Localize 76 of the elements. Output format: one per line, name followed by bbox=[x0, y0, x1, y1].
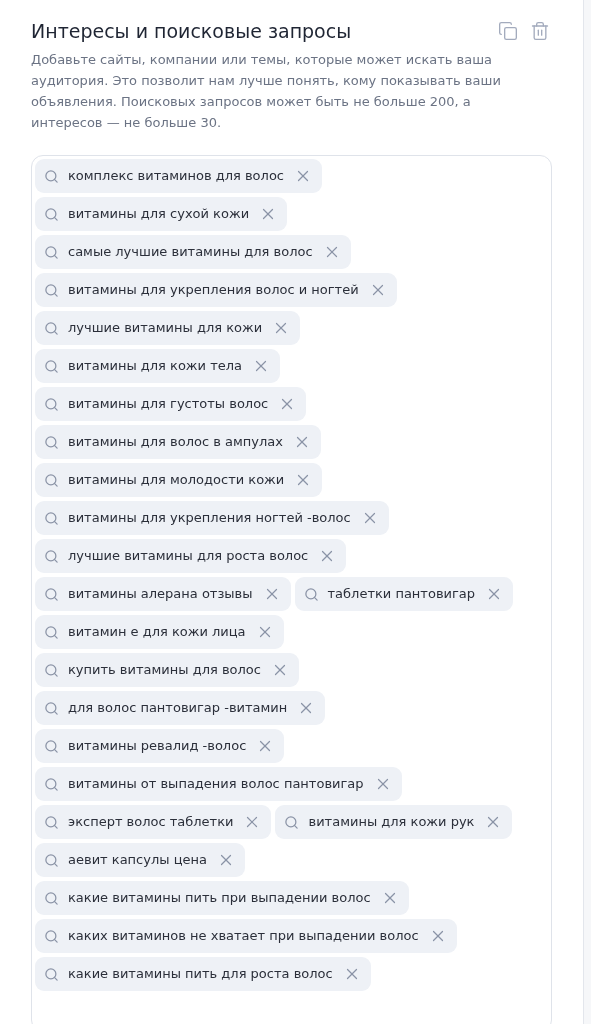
section-title: Интересы и поисковые запросы bbox=[31, 19, 352, 44]
query-text: витамины для сухой кожи bbox=[68, 205, 250, 224]
search-icon bbox=[303, 586, 319, 602]
search-icon bbox=[44, 928, 59, 944]
search-icon bbox=[44, 168, 59, 184]
query-text: каких витаминов не хватает при выпадении волос bbox=[68, 927, 419, 946]
search-icon bbox=[44, 966, 59, 982]
query-chip[interactable]: таблетки пантовигар bbox=[294, 577, 514, 611]
query-chip[interactable]: витамины для кожи тела bbox=[35, 349, 280, 383]
query-chip[interactable]: витамины для сухой кожи bbox=[35, 197, 288, 231]
query-text: витамины для укрепления волос и ногтей bbox=[68, 281, 359, 300]
search-icon bbox=[44, 852, 59, 868]
search-icon bbox=[44, 890, 59, 906]
query-text: аевит капсулы цена bbox=[68, 851, 207, 870]
search-icon bbox=[44, 510, 59, 526]
query-text: витамины для кожи рук bbox=[308, 813, 475, 832]
query-chip[interactable]: какие витамины пить для роста волос bbox=[35, 957, 371, 991]
query-chip[interactable]: для волос пантовигар -витамин bbox=[35, 691, 326, 725]
search-icon bbox=[44, 434, 59, 450]
copy-icon[interactable] bbox=[498, 21, 518, 41]
query-chip[interactable]: витамины для кожи рук bbox=[275, 805, 513, 839]
query-text: самые лучшие витамины для волос bbox=[68, 243, 313, 262]
search-icon bbox=[44, 586, 59, 602]
query-chip[interactable]: витамины для волос в ампулах bbox=[35, 425, 321, 459]
query-text: эксперт волос таблетки bbox=[68, 813, 234, 832]
search-icon bbox=[44, 396, 59, 412]
query-text: витамины для молодости кожи bbox=[68, 471, 285, 490]
query-text: для волос пантовигар -витамин bbox=[68, 699, 288, 718]
query-text: витамины для волос в ампулах bbox=[68, 433, 283, 452]
search-icon bbox=[44, 320, 59, 336]
query-chip[interactable]: лучшие витамины для роста волос bbox=[35, 539, 347, 573]
query-chip[interactable]: каких витаминов не хватает при выпадении волос bbox=[35, 919, 457, 953]
query-text: витамины алерана отзывы bbox=[68, 585, 253, 604]
query-chip[interactable]: витамины алерана отзывы bbox=[35, 577, 291, 611]
query-chip[interactable]: самые лучшие витамины для волос bbox=[35, 235, 351, 269]
query-text: какие витамины пить для роста волос bbox=[68, 965, 333, 984]
query-text: витамины от выпадения волос пантовигар bbox=[68, 775, 364, 794]
query-chip[interactable]: комплекс витаминов для волос bbox=[35, 159, 322, 193]
search-icon bbox=[44, 738, 59, 754]
query-text: витамины для густоты волос bbox=[68, 395, 269, 414]
query-chip[interactable]: эксперт волос таблетки bbox=[35, 805, 272, 839]
search-icon bbox=[44, 662, 59, 678]
query-text: витамины ревалид -волос bbox=[68, 737, 247, 756]
query-chip[interactable]: аевит капсулы цена bbox=[35, 843, 245, 877]
query-chip[interactable]: витамины для укрепления ногтей -волос bbox=[35, 501, 389, 535]
query-chip[interactable]: витамины для молодости кожи bbox=[35, 463, 323, 497]
search-icon bbox=[44, 814, 59, 830]
search-icon bbox=[44, 282, 59, 298]
query-chip[interactable]: купить витамины для волос bbox=[35, 653, 299, 687]
query-text: витамины для кожи тела bbox=[68, 357, 242, 376]
query-text: купить витамины для волос bbox=[68, 661, 261, 680]
query-text: витамины для укрепления ногтей -волос bbox=[68, 509, 351, 528]
query-chip[interactable]: какие витамины пить при выпадении волос bbox=[35, 881, 409, 915]
query-chip[interactable]: витамины ревалид -волос bbox=[35, 729, 285, 763]
search-icon bbox=[44, 624, 59, 640]
search-icon bbox=[44, 244, 59, 260]
search-icon bbox=[44, 548, 59, 564]
search-icon bbox=[44, 206, 59, 222]
query-chip[interactable]: лучшие витамины для кожи bbox=[35, 311, 301, 345]
search-icon bbox=[44, 776, 59, 792]
query-text: лучшие витамины для роста волос bbox=[68, 547, 309, 566]
query-chip[interactable]: витамины от выпадения волос пантовигар bbox=[35, 767, 402, 801]
trash-icon[interactable] bbox=[530, 21, 550, 41]
query-text: комплекс витаминов для волос bbox=[68, 167, 284, 186]
query-text: какие витамины пить при выпадении волос bbox=[68, 889, 371, 908]
query-chip[interactable]: витамин е для кожи лица bbox=[35, 615, 284, 649]
search-icon bbox=[44, 472, 59, 488]
query-chip[interactable]: витамины для густоты волос bbox=[35, 387, 307, 421]
query-chip[interactable]: витамины для укрепления волос и ногтей bbox=[35, 273, 397, 307]
search-icon bbox=[44, 700, 59, 716]
query-text: таблетки пантовигар bbox=[327, 585, 476, 604]
query-text: витамин е для кожи лица bbox=[68, 623, 246, 642]
description: Добавьте сайты, компании или темы, которые может искать ваша аудитория. Это позволит нам лучше понять, кому показывать ваши объявления. Поисковых запросов может быть не больше 200, а интересов — не больше 30. bbox=[31, 51, 502, 132]
search-icon bbox=[44, 358, 59, 374]
search-icon bbox=[284, 814, 300, 830]
query-text: лучшие витамины для кожи bbox=[68, 319, 263, 338]
